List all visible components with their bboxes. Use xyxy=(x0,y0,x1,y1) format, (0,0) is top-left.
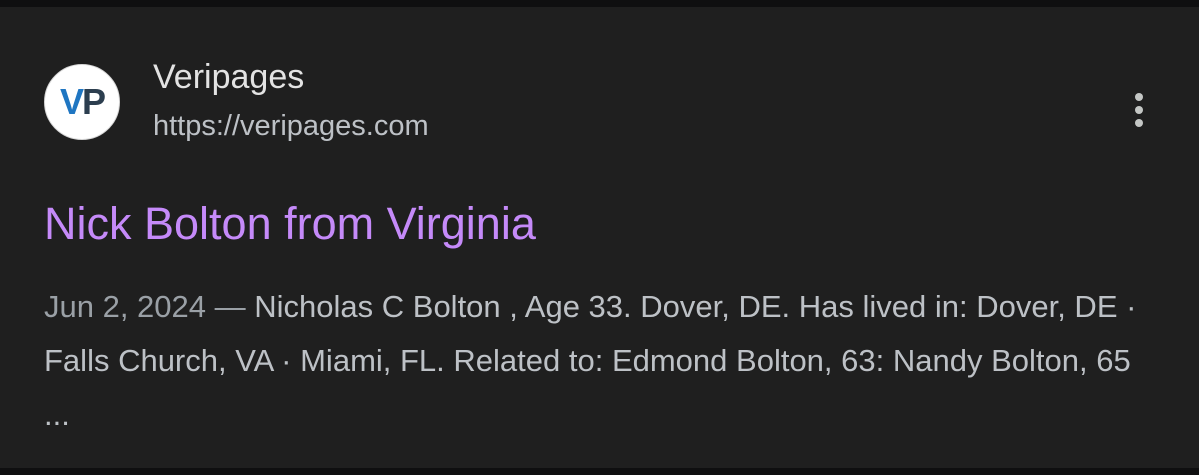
more-vert-icon xyxy=(1135,93,1143,127)
snippet-separator: — xyxy=(206,289,255,324)
result-title-link[interactable]: Nick Bolton from Virginia xyxy=(44,196,536,252)
veripages-logo-icon[interactable]: VP xyxy=(44,64,120,140)
veripages-logo-mark: VP xyxy=(60,82,107,122)
logo-letter-v: V xyxy=(60,82,84,122)
site-url[interactable]: https://veripages.com xyxy=(153,108,429,144)
result-snippet: Jun 2, 2024 — Nicholas C Bolton , Age 33… xyxy=(44,280,1154,442)
search-result-card: VP Veripages https://veripages.com Nick … xyxy=(0,7,1199,468)
snippet-date: Jun 2, 2024 xyxy=(44,289,207,324)
more-options-button[interactable] xyxy=(1119,90,1159,130)
svg-text:VP: VP xyxy=(60,82,105,122)
site-name[interactable]: Veripages xyxy=(153,57,304,97)
logo-letter-p: P xyxy=(82,82,105,122)
